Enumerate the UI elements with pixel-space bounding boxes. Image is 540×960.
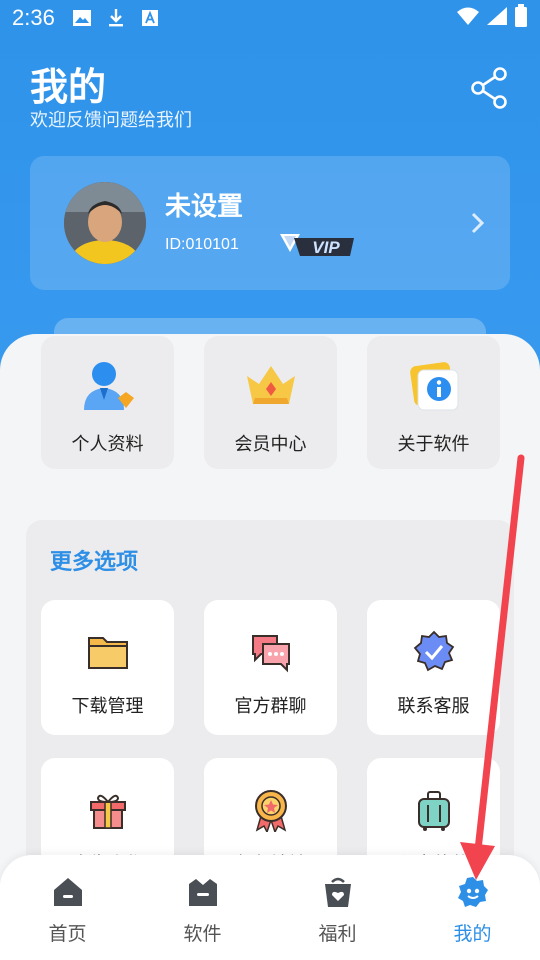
page-subtitle: 欢迎反馈问题给我们 <box>30 110 192 131</box>
option-label: 下载管理 <box>71 696 144 717</box>
app-icon <box>186 875 220 909</box>
customer-service-tile[interactable]: 联系客服 <box>367 600 500 735</box>
profile-card[interactable]: 未设置 ID:010101 VIP <box>30 156 510 290</box>
user-icon <box>80 358 136 414</box>
font-notification-icon <box>137 5 163 31</box>
username: 未设置 <box>165 192 244 222</box>
nav-label: 首页 <box>48 923 87 945</box>
option-label: 联系客服 <box>397 696 470 717</box>
wifi-icon <box>456 6 480 30</box>
page-title: 我的 <box>30 65 107 109</box>
bottom-nav: 首页 软件 福利 我的 <box>0 855 540 960</box>
suitcase-icon <box>412 788 456 832</box>
nav-label: 软件 <box>183 923 222 945</box>
profile-info-tile[interactable]: 个人资料 <box>41 336 174 469</box>
vip-label: VIP <box>312 238 340 257</box>
share-icon[interactable] <box>470 66 510 110</box>
signal-icon <box>486 6 508 30</box>
member-center-tile[interactable]: 会员中心 <box>204 336 337 469</box>
chevron-right-icon <box>468 210 488 236</box>
info-icon <box>406 358 462 414</box>
tile-label: 个人资料 <box>71 434 144 455</box>
medal-icon <box>249 788 293 832</box>
crown-icon <box>243 358 299 414</box>
folder-icon <box>86 630 130 674</box>
avatar[interactable] <box>64 182 146 264</box>
status-bar: 2:36 <box>0 0 540 36</box>
battery-icon <box>514 4 528 32</box>
nav-label: 福利 <box>318 923 357 945</box>
more-options-title: 更多选项 <box>50 550 139 575</box>
badge-check-icon <box>412 630 456 674</box>
vip-badge: VIP <box>278 228 358 260</box>
download-notification-icon <box>103 5 129 31</box>
download-manager-tile[interactable]: 下载管理 <box>41 600 174 735</box>
nav-label: 我的 <box>453 923 492 945</box>
bag-icon <box>321 875 355 909</box>
user-id: ID:010101 <box>165 236 239 253</box>
status-time: 2:36 <box>12 5 55 30</box>
option-label: 官方群聊 <box>234 696 307 717</box>
official-group-tile[interactable]: 官方群聊 <box>204 600 337 735</box>
home-icon <box>51 875 85 909</box>
gift-icon <box>86 788 130 832</box>
chat-icon <box>249 630 293 674</box>
image-notification-icon <box>69 5 95 31</box>
nav-home[interactable]: 首页 <box>0 855 135 960</box>
tile-label: 会员中心 <box>234 434 307 455</box>
nav-mine[interactable]: 我的 <box>405 855 540 960</box>
nav-software[interactable]: 软件 <box>135 855 270 960</box>
profile-face-icon <box>456 875 490 909</box>
nav-welfare[interactable]: 福利 <box>270 855 405 960</box>
tile-label: 关于软件 <box>397 434 470 455</box>
about-software-tile[interactable]: 关于软件 <box>367 336 500 469</box>
